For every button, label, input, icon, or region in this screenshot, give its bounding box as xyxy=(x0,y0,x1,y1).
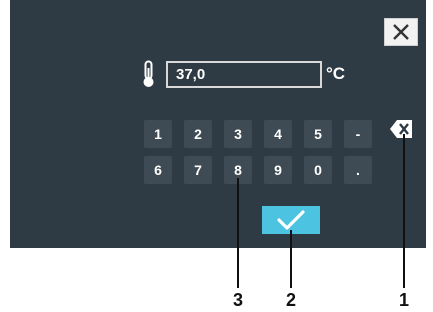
key-2[interactable]: 2 xyxy=(184,120,212,148)
check-icon xyxy=(277,210,305,230)
key-0[interactable]: 0 xyxy=(304,156,332,184)
backspace-icon[interactable] xyxy=(388,118,414,140)
close-icon xyxy=(393,24,409,40)
unit-label: °C xyxy=(326,64,346,83)
key-4[interactable]: 4 xyxy=(264,120,292,148)
thermometer-icon xyxy=(143,60,154,87)
callout-number-1: 1 xyxy=(398,290,409,310)
callout-line-2 xyxy=(290,230,292,288)
key-1[interactable]: 1 xyxy=(144,120,172,148)
callout-line-3 xyxy=(237,178,239,288)
key-minus[interactable]: - xyxy=(344,120,372,148)
close-button[interactable] xyxy=(384,18,418,46)
callout-line-1 xyxy=(403,134,405,288)
key-6[interactable]: 6 xyxy=(144,156,172,184)
callout-number-2: 2 xyxy=(285,290,296,310)
callout-number-3: 3 xyxy=(232,290,243,310)
temperature-value-input[interactable]: 37,0 xyxy=(166,61,322,88)
key-7[interactable]: 7 xyxy=(184,156,212,184)
key-decimal[interactable]: . xyxy=(344,156,372,184)
key-5[interactable]: 5 xyxy=(304,120,332,148)
key-3[interactable]: 3 xyxy=(224,120,252,148)
key-9[interactable]: 9 xyxy=(264,156,292,184)
